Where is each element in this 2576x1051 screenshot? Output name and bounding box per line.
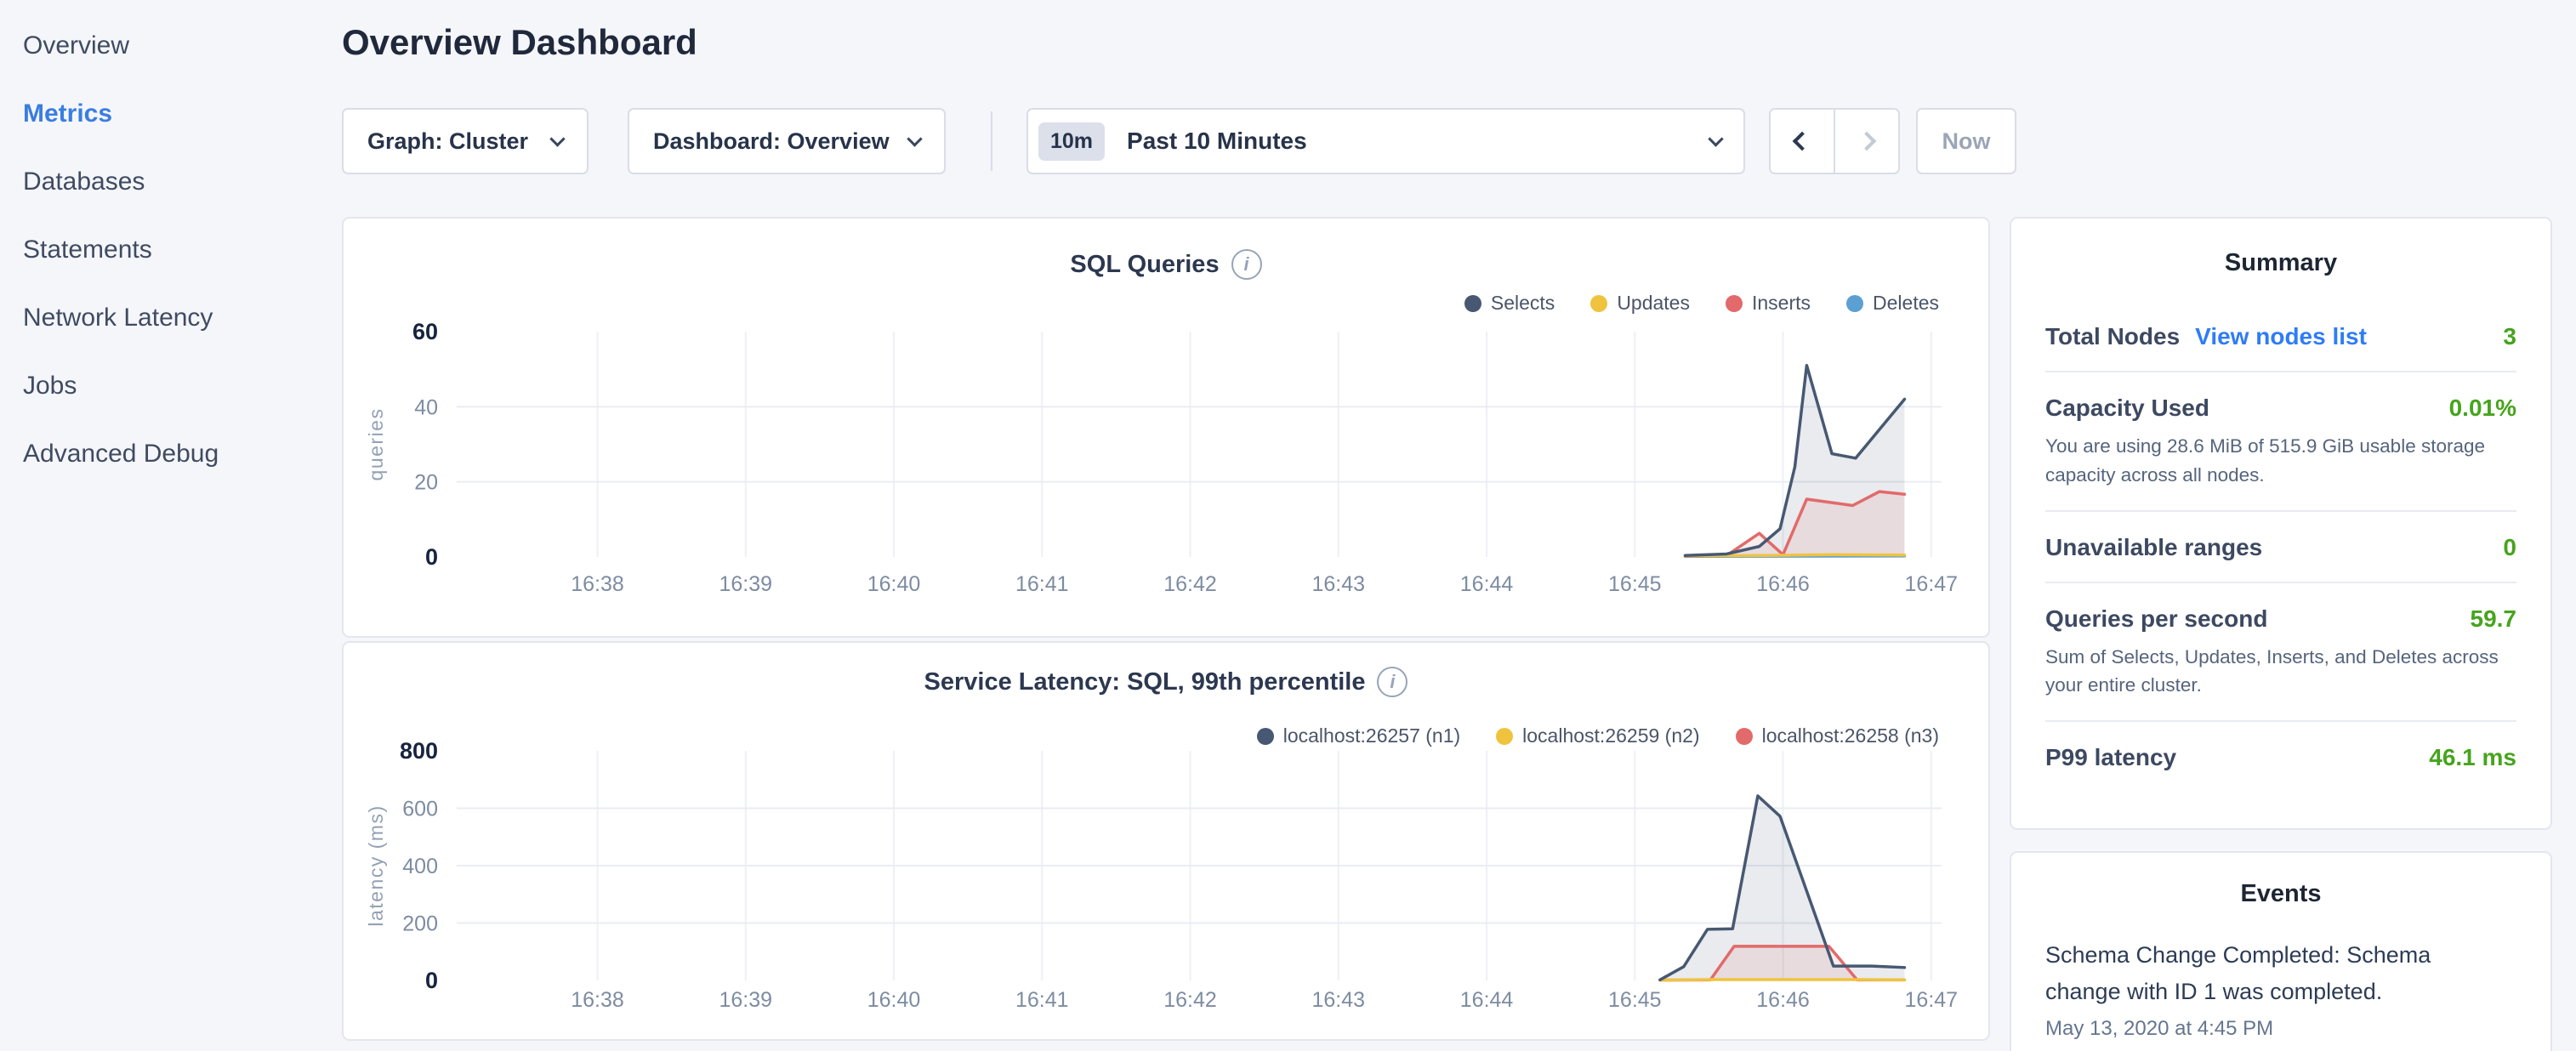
summary-value: 0.01%: [2449, 395, 2516, 422]
sidebar-item-statements[interactable]: Statements: [23, 216, 340, 284]
svg-text:16:38: 16:38: [571, 572, 624, 596]
dashboard-dropdown-label: Dashboard: Overview: [653, 128, 890, 155]
chevron-down-icon: [549, 131, 565, 146]
svg-text:16:45: 16:45: [1608, 988, 1662, 1012]
svg-text:16:41: 16:41: [1015, 988, 1069, 1012]
summary-row-unavailable-ranges: Unavailable ranges 0: [2045, 510, 2516, 582]
summary-row-total-nodes: Total Nodes View nodes list 3: [2045, 301, 2516, 371]
graph-dropdown-label: Graph: Cluster: [367, 128, 528, 155]
time-range-selector[interactable]: 10m Past 10 Minutes: [1026, 108, 1745, 174]
sidebar: Overview Metrics Databases Statements Ne…: [0, 0, 340, 488]
time-range-label: Past 10 Minutes: [1127, 128, 1710, 155]
summary-label: P99 latency: [2045, 744, 2176, 771]
svg-text:16:39: 16:39: [719, 988, 773, 1012]
service-latency-panel: Service Latency: SQL, 99th percentile i …: [342, 641, 1990, 1041]
summary-value: 59.7: [2471, 605, 2517, 633]
view-nodes-list-link[interactable]: View nodes list: [2195, 323, 2367, 350]
summary-value: 0: [2503, 534, 2516, 561]
svg-text:16:38: 16:38: [571, 988, 624, 1012]
time-range-badge: 10m: [1038, 122, 1105, 161]
svg-text:16:43: 16:43: [1312, 572, 1366, 596]
summary-row-capacity-used: Capacity Used 0.01% You are using 28.6 M…: [2045, 371, 2516, 510]
summary-label: Capacity Used: [2045, 395, 2209, 422]
event-timestamp: May 13, 2020 at 4:45 PM: [2045, 1017, 2516, 1041]
sidebar-item-network-latency[interactable]: Network Latency: [23, 284, 340, 352]
svg-text:16:47: 16:47: [1905, 988, 1959, 1012]
summary-description: Sum of Selects, Updates, Inserts, and De…: [2045, 643, 2516, 701]
summary-description: You are using 28.6 MiB of 515.9 GiB usab…: [2045, 432, 2516, 490]
svg-text:16:46: 16:46: [1756, 572, 1810, 596]
summary-label: Total Nodes: [2045, 323, 2180, 350]
svg-text:16:44: 16:44: [1460, 988, 1514, 1012]
svg-text:16:40: 16:40: [867, 572, 921, 596]
svg-text:16:46: 16:46: [1756, 988, 1810, 1012]
graph-dropdown[interactable]: Graph: Cluster: [342, 108, 589, 174]
svg-text:20: 20: [414, 471, 438, 495]
svg-text:16:45: 16:45: [1608, 572, 1662, 596]
svg-text:400: 400: [402, 855, 438, 878]
event-message: Schema Change Completed: Schema change w…: [2045, 937, 2479, 1010]
svg-text:16:43: 16:43: [1312, 988, 1366, 1012]
dashboard-dropdown[interactable]: Dashboard: Overview: [628, 108, 946, 174]
sidebar-item-overview[interactable]: Overview: [23, 12, 340, 80]
toolbar-divider: [991, 111, 992, 171]
svg-text:queries: queries: [365, 408, 387, 481]
svg-text:16:39: 16:39: [719, 572, 773, 596]
svg-text:16:42: 16:42: [1163, 572, 1217, 596]
chevron-right-icon: [1857, 132, 1877, 151]
summary-label: Queries per second: [2045, 605, 2267, 633]
summary-label: Unavailable ranges: [2045, 534, 2262, 561]
chevron-down-icon: [907, 131, 922, 146]
events-panel: Events Schema Change Completed: Schema c…: [2010, 851, 2552, 1051]
chevron-left-icon: [1793, 132, 1812, 151]
time-forward-button[interactable]: [1834, 110, 1898, 173]
svg-text:latency (ms): latency (ms): [365, 804, 387, 926]
summary-row-queries-per-second: Queries per second 59.7 Sum of Selects, …: [2045, 582, 2516, 721]
sidebar-item-metrics[interactable]: Metrics: [23, 80, 340, 148]
svg-text:0: 0: [425, 544, 438, 570]
svg-text:800: 800: [400, 738, 438, 764]
summary-row-p99-latency: P99 latency 46.1 ms: [2045, 720, 2516, 792]
chevron-down-icon: [1708, 131, 1723, 146]
summary-panel: Summary Total Nodes View nodes list 3 Ca…: [2010, 217, 2552, 830]
svg-text:0: 0: [425, 968, 438, 993]
summary-value: 46.1 ms: [2429, 744, 2516, 771]
service-latency-chart[interactable]: 16:38 16:39 16:40 16:41 16:42 16:43 16:44 16:45…: [344, 643, 1992, 1042]
svg-text:600: 600: [402, 798, 438, 821]
svg-text:16:40: 16:40: [867, 988, 921, 1012]
toolbar: Graph: Cluster Dashboard: Overview 10m P…: [342, 108, 2128, 174]
svg-text:200: 200: [402, 912, 438, 936]
svg-text:60: 60: [412, 319, 438, 344]
time-back-button[interactable]: [1771, 110, 1834, 173]
sidebar-item-databases[interactable]: Databases: [23, 148, 340, 216]
time-nav-group: [1769, 108, 1900, 174]
sql-queries-chart[interactable]: 16:38 16:39 16:40 16:41 16:42 16:43 16:44 16:45…: [344, 219, 1992, 639]
sidebar-item-advanced-debug[interactable]: Advanced Debug: [23, 420, 340, 488]
svg-text:16:47: 16:47: [1905, 572, 1959, 596]
svg-text:40: 40: [414, 395, 438, 419]
summary-value: 3: [2503, 323, 2516, 350]
event-list-item[interactable]: Schema Change Completed: Schema change w…: [2045, 937, 2516, 1041]
sql-queries-panel: SQL Queries i Selects Updates Inserts De…: [342, 217, 1990, 638]
summary-title: Summary: [2045, 249, 2516, 277]
now-button[interactable]: Now: [1916, 108, 2016, 174]
svg-text:16:44: 16:44: [1460, 572, 1514, 596]
events-title: Events: [2045, 880, 2516, 908]
svg-text:16:41: 16:41: [1015, 572, 1069, 596]
page-title: Overview Dashboard: [342, 22, 697, 63]
sidebar-item-jobs[interactable]: Jobs: [23, 352, 340, 420]
svg-text:16:42: 16:42: [1163, 988, 1217, 1012]
